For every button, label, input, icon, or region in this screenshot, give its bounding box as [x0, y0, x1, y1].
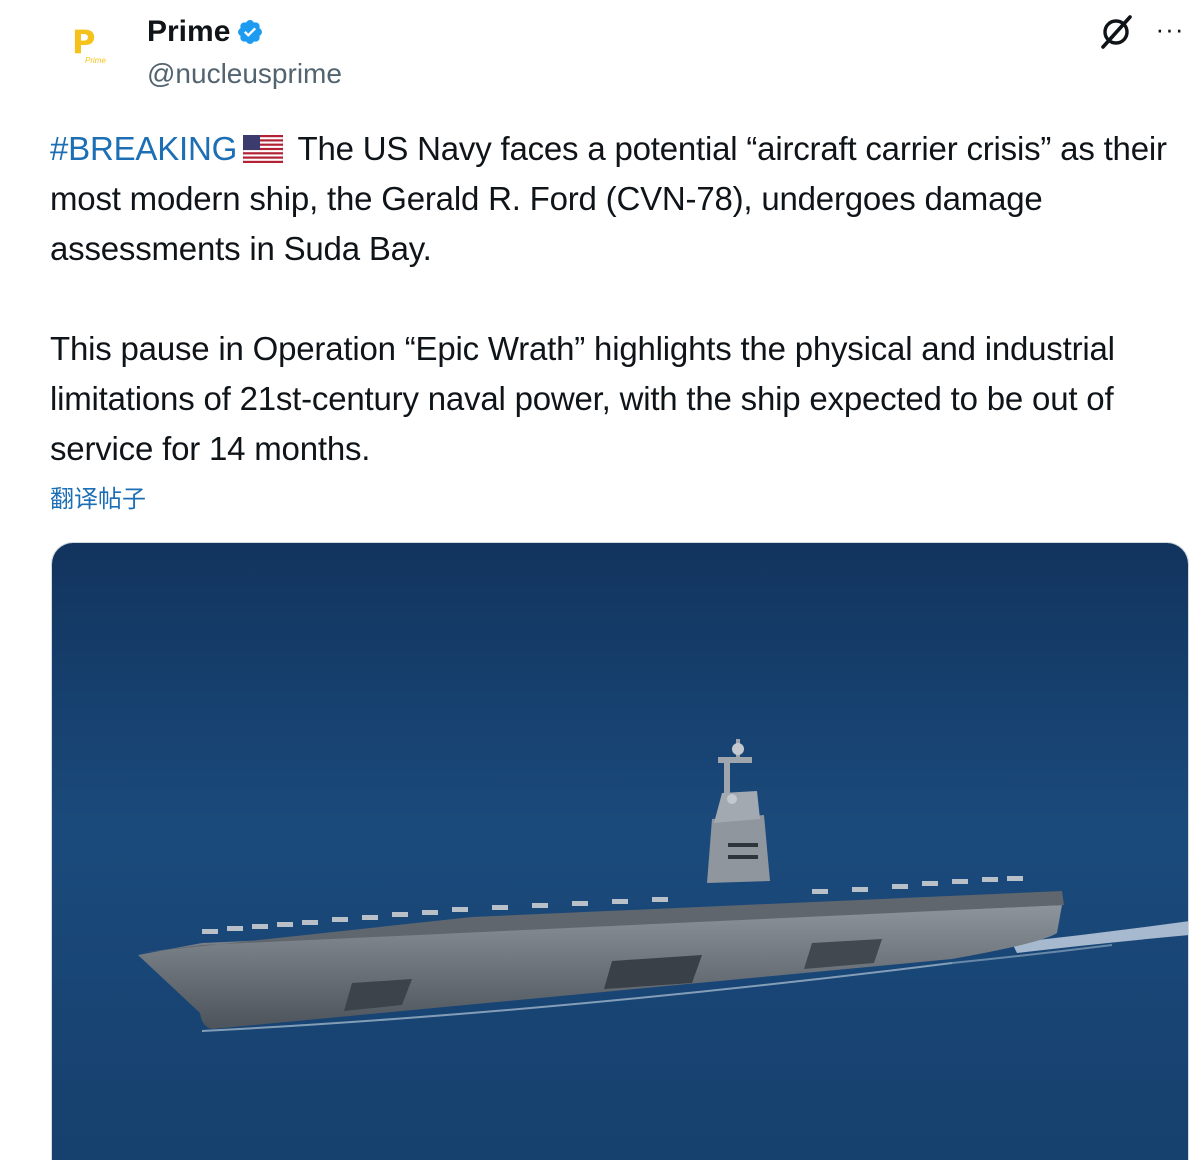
avatar-letter: P	[72, 23, 96, 61]
us-flag-icon	[243, 135, 284, 163]
grok-icon[interactable]	[1096, 12, 1136, 52]
avatar-sublabel: Prime	[85, 56, 106, 65]
hashtag-breaking[interactable]: #BREAKING	[50, 130, 237, 167]
verified-badge-icon	[238, 20, 263, 44]
translate-post-link[interactable]: 翻译帖子	[50, 484, 146, 514]
tweet-media-image[interactable]	[51, 542, 1189, 1160]
avatar[interactable]: P Prime	[52, 10, 132, 90]
tweet-body: #BREAKING The US Navy faces a potential …	[50, 124, 1195, 474]
tweet-paragraph-2: This pause in Operation “Epic Wrath” hig…	[50, 330, 1115, 467]
author-name-row[interactable]: Prime	[147, 14, 264, 50]
author-handle[interactable]: @nucleusprime	[147, 57, 342, 91]
display-name[interactable]: Prime	[147, 14, 230, 50]
tweet-paragraph-1: #BREAKING The US Navy faces a potential …	[50, 124, 1195, 274]
more-options-icon[interactable]: ···	[1150, 14, 1190, 50]
aircraft-carrier-photo	[52, 543, 1188, 1160]
